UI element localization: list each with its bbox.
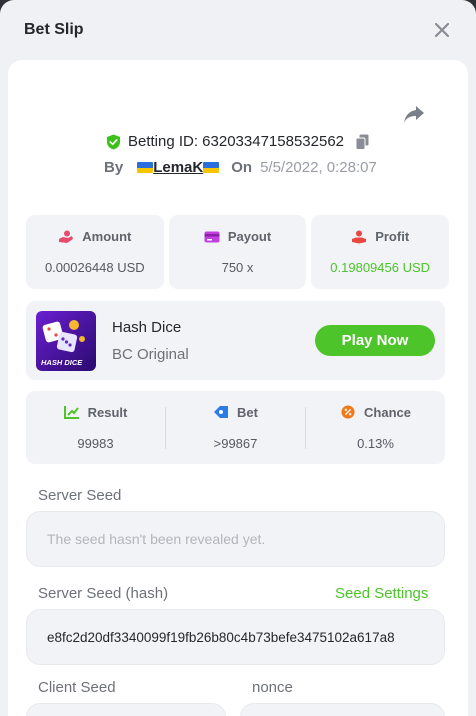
bet-value: >99867 <box>213 435 258 451</box>
game-thumbnail[interactable]: HASH DICE <box>36 311 96 371</box>
chance-value: 0.13% <box>357 435 394 451</box>
username: LemaK <box>153 159 204 176</box>
ukraine-flag-icon <box>203 162 220 173</box>
betting-id-row: Betting ID: 63203347158532562 <box>8 133 468 150</box>
result-value: 99983 <box>77 435 114 451</box>
copy-icon[interactable] <box>355 134 370 150</box>
game-card: HASH DICE Hash Dice BC Original Play Now <box>26 301 445 380</box>
on-label: On <box>231 159 253 176</box>
client-seed-label: Client Seed <box>38 679 116 696</box>
share-arrow-icon <box>404 106 424 123</box>
stat-value: 0.00026448 USD <box>44 260 145 275</box>
chance-label: Chance <box>364 404 411 420</box>
chance-column: Chance 0.13% <box>306 405 445 451</box>
stat-label: Amount <box>82 229 132 244</box>
betting-id: Betting ID: 63203347158532562 <box>127 133 345 150</box>
result-label: Result <box>87 404 128 420</box>
server-hash-value: e8fc2d20df3340099f19fb26b80c4b73befe3475… <box>47 629 395 645</box>
nonce-field[interactable] <box>240 703 445 716</box>
bet-date: 5/5/2022, 0:28:07 <box>260 159 377 176</box>
amount-hand-icon <box>59 230 74 243</box>
result-column: Result 99983 <box>26 405 165 451</box>
shield-check-icon <box>106 134 120 149</box>
server-hash-field[interactable]: e8fc2d20df3340099f19fb26b80c4b73befe3475… <box>26 609 445 665</box>
stat-value: 0.19809456 USD <box>330 260 431 275</box>
close-icon <box>435 23 449 37</box>
bet-detail-panel: Betting ID: 63203347158532562 By LemaK O… <box>8 60 468 716</box>
username-link[interactable]: LemaK <box>137 159 220 176</box>
bet-author-row: By LemaK On 5/5/2022, 0:28:07 <box>104 159 377 176</box>
modal-header: Bet Slip <box>0 0 476 60</box>
bet-label: Bet <box>237 404 258 420</box>
stat-profit: Profit 0.19809456 USD <box>311 215 450 289</box>
share-button[interactable] <box>402 104 426 126</box>
bet-slip-modal: Bet Slip Betting ID: 63203347158532562 B… <box>0 0 476 716</box>
game-thumb-label: HASH DICE <box>41 358 83 367</box>
result-chart-icon <box>63 406 79 419</box>
close-button[interactable] <box>432 20 452 40</box>
game-name: Hash Dice <box>112 319 182 336</box>
seed-settings-link[interactable]: Seed Settings <box>335 585 428 602</box>
server-seed-placeholder: The seed hasn't been revealed yet. <box>47 531 266 547</box>
stat-payout: Payout 750 x <box>168 215 307 289</box>
hash-dice-game-art: HASH DICE <box>36 311 96 371</box>
play-now-button[interactable]: Play Now <box>315 325 435 356</box>
server-seed-label: Server Seed <box>38 487 122 504</box>
stat-value: 750 x <box>221 260 254 275</box>
chance-percent-icon <box>341 405 355 419</box>
stat-amount: Amount 0.00026448 USD <box>26 215 164 289</box>
nonce-label: nonce <box>252 679 293 696</box>
client-seed-field[interactable] <box>26 703 226 716</box>
bet-column: Bet >99867 <box>166 405 305 451</box>
profit-hand-icon <box>352 230 367 243</box>
stat-label: Profit <box>375 229 410 244</box>
stat-label: Payout <box>227 229 272 244</box>
bet-tag-icon <box>214 406 229 418</box>
server-hash-label: Server Seed (hash) <box>38 585 169 602</box>
ukraine-flag-icon <box>137 162 154 173</box>
payout-card-icon <box>204 231 220 242</box>
bet-stats: Amount 0.00026448 USD Payout 750 x Profi… <box>26 215 450 289</box>
server-seed-field[interactable]: The seed hasn't been revealed yet. <box>26 511 445 567</box>
modal-title: Bet Slip <box>24 21 84 38</box>
bet-result-card: Result 99983 Bet >99867 Chance 0.13% <box>26 391 445 464</box>
by-label: By <box>104 159 124 176</box>
game-provider: BC Original <box>112 346 189 363</box>
